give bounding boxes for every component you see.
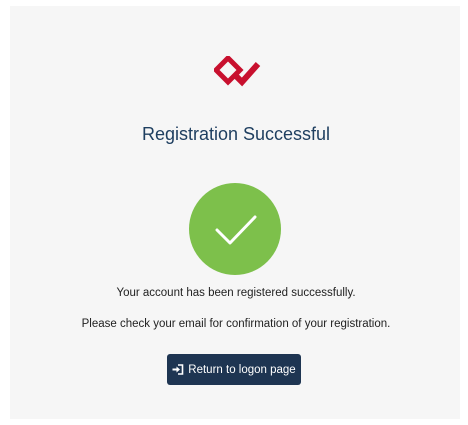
return-to-logon-label: Return to logon page <box>188 363 296 376</box>
checkmark-icon <box>215 215 257 245</box>
success-check-badge <box>189 183 281 275</box>
check-email-message: Please check your email for confirmation… <box>81 318 391 330</box>
brand-logo <box>214 56 261 87</box>
return-to-logon-button[interactable]: Return to logon page <box>167 354 301 385</box>
registration-success-message: Your account has been registered success… <box>116 287 356 299</box>
sign-in-icon <box>172 364 184 375</box>
page-title: Registration Successful <box>141 124 331 144</box>
